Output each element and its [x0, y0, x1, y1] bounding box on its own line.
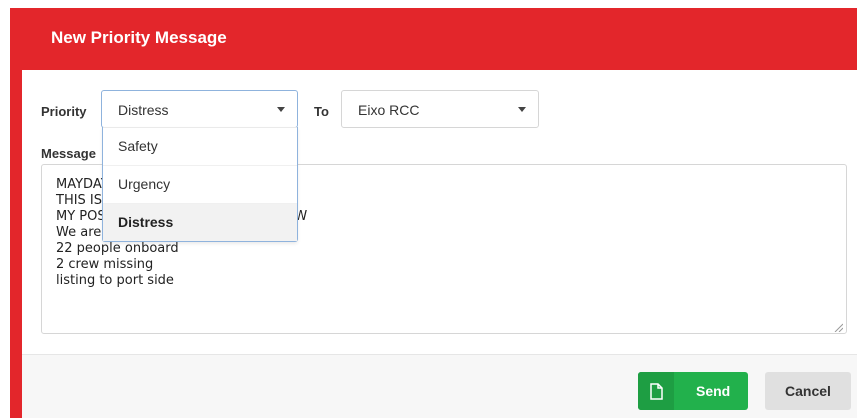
send-button[interactable]: Send: [638, 372, 748, 410]
message-label: Message: [41, 146, 96, 161]
page-left-gutter: [0, 0, 10, 418]
cancel-button[interactable]: Cancel: [765, 372, 851, 410]
priority-select-value: Distress: [118, 102, 169, 118]
chevron-down-icon: [518, 107, 526, 112]
priority-select[interactable]: Distress: [101, 90, 298, 128]
resize-handle-icon[interactable]: [833, 322, 843, 332]
dialog-title: New Priority Message: [51, 28, 227, 47]
chevron-down-icon: [277, 107, 285, 112]
priority-dropdown-menu: Safety Urgency Distress: [102, 127, 298, 242]
send-button-label: Send: [696, 383, 731, 399]
document-icon: [650, 383, 663, 400]
cancel-button-label: Cancel: [785, 383, 831, 399]
priority-option-distress[interactable]: Distress: [103, 203, 297, 241]
priority-option-safety[interactable]: Safety: [103, 127, 297, 165]
priority-label: Priority: [41, 104, 87, 119]
priority-option-urgency[interactable]: Urgency: [103, 165, 297, 203]
dialog-header: New Priority Message: [10, 8, 857, 70]
to-label: To: [314, 104, 329, 119]
recipient-select[interactable]: Eixo RCC: [341, 90, 539, 128]
recipient-select-value: Eixo RCC: [358, 102, 420, 118]
send-icon-area: [638, 372, 674, 410]
